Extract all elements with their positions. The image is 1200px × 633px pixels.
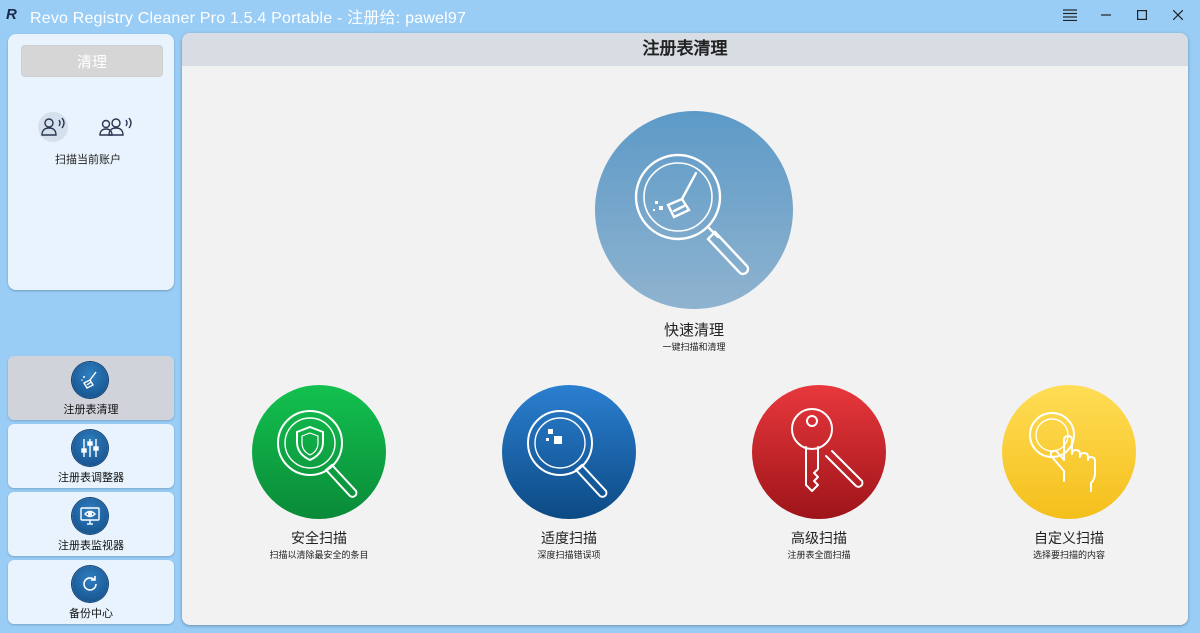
safe-scan-subtitle: 扫描以清除最安全的条目 [269, 551, 369, 561]
window-title: Revo Registry Cleaner Pro 1.5.4 Portable… [30, 10, 467, 27]
nav-label: 注册表清理 [63, 403, 119, 416]
current-user-icon[interactable] [38, 112, 68, 142]
title-bar: R Revo Registry Cleaner Pro 1.5.4 Portab… [0, 0, 1200, 30]
shield-magnifier-icon [277, 410, 358, 498]
broom-icon [72, 362, 108, 398]
nav-registry-cleaner[interactable]: 注册表清理 [8, 356, 174, 420]
nav-label: 备份中心 [69, 607, 113, 620]
nav-backup-center[interactable]: 备份中心 [8, 560, 174, 624]
moderate-scan-button[interactable] [502, 385, 636, 519]
magnifier-pixels-icon [527, 410, 608, 498]
custom-scan-title: 自定义扫描 [1034, 531, 1104, 547]
page-title: 注册表清理 [182, 33, 1188, 66]
quick-clean-subtitle: 一键扫描和清理 [662, 343, 726, 353]
advanced-scan-subtitle: 注册表全面扫描 [787, 551, 851, 561]
quick-clean-title: 快速清理 [663, 321, 724, 339]
moderate-scan-subtitle: 深度扫描错误项 [537, 551, 601, 561]
key-magnifier-icon [791, 408, 864, 492]
hand-magnifier-icon [1029, 412, 1096, 492]
custom-scan-subtitle: 选择要扫描的内容 [1032, 551, 1105, 561]
scan-current-account-label: 扫描当前账户 [55, 153, 121, 166]
account-panel: 清理 扫描当前账户 [8, 34, 174, 290]
monitor-eye-icon [72, 498, 108, 534]
menu-icon[interactable] [1052, 0, 1088, 30]
main-panel: 注册表清理 快速清理 一键扫描和清理 安全扫描 扫描以清除最安全的条目 适度扫描… [182, 33, 1188, 625]
all-users-icon[interactable] [96, 112, 136, 142]
minimize-button[interactable] [1088, 0, 1124, 30]
safe-scan-title: 安全扫描 [291, 531, 347, 547]
custom-scan-button[interactable] [1002, 385, 1136, 519]
magnifier-broom-icon [634, 153, 750, 276]
nav-registry-monitor[interactable]: 注册表监视器 [8, 492, 174, 556]
nav-label: 注册表调整器 [58, 471, 124, 484]
close-button[interactable] [1160, 0, 1196, 30]
advanced-scan-title: 高级扫描 [791, 531, 847, 547]
advanced-scan-button[interactable] [752, 385, 886, 519]
quick-clean-button[interactable] [595, 111, 793, 309]
clean-button[interactable]: 清理 [21, 45, 163, 77]
nav-label: 注册表监视器 [58, 539, 124, 552]
nav-registry-tweaker[interactable]: 注册表调整器 [8, 424, 174, 488]
refresh-icon [72, 566, 108, 602]
moderate-scan-title: 适度扫描 [541, 531, 597, 547]
safe-scan-button[interactable] [252, 385, 386, 519]
sliders-icon [72, 430, 108, 466]
maximize-button[interactable] [1124, 0, 1160, 30]
app-logo-icon: R [6, 6, 17, 23]
